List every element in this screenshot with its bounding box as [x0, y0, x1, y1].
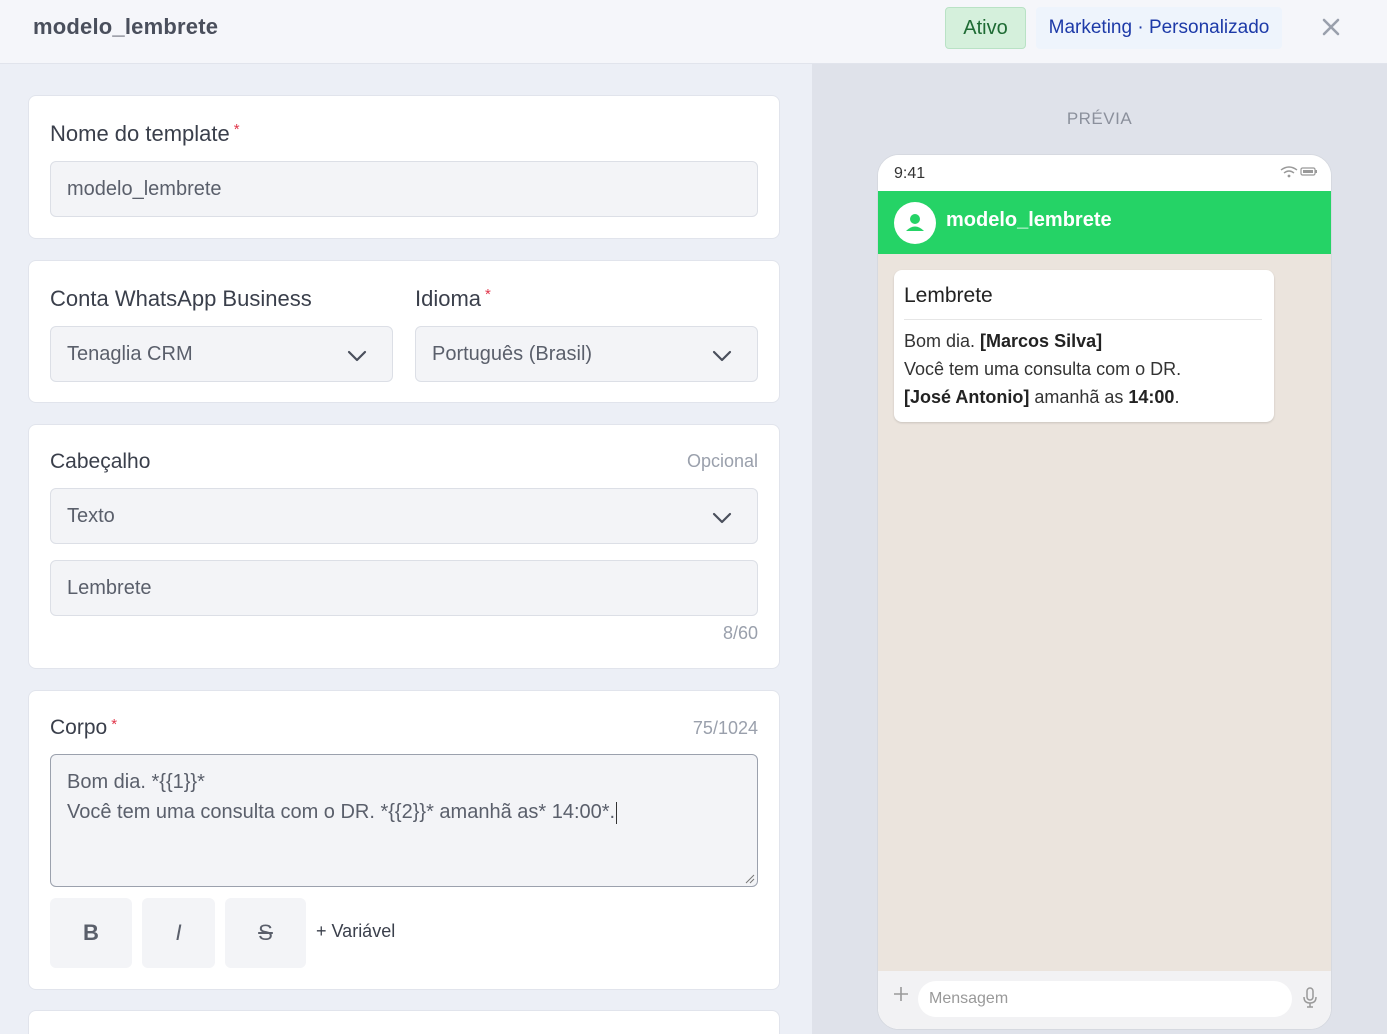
microphone-icon[interactable] [1300, 986, 1320, 1010]
phone-mockup: 9:41 modelo_lembrete Lembrete Bom dia. [… [877, 154, 1332, 1030]
body-textarea[interactable]: Bom dia. *{{1}}* Você tem uma consulta c… [50, 754, 758, 887]
account-language-card: Conta WhatsApp Business Tenaglia CRM Idi… [28, 260, 780, 403]
body-line-1: Bom dia. *{{1}}* [67, 771, 205, 793]
account-select[interactable]: Tenaglia CRM [50, 326, 393, 382]
header-text-input[interactable]: Lembrete [50, 560, 758, 616]
resize-handle-icon[interactable] [745, 874, 755, 884]
header-section-label: Cabeçalho [50, 450, 151, 473]
header-type-value: Texto [67, 505, 115, 527]
form-panel: Nome do template * modelo_lembrete Conta … [0, 64, 812, 1034]
header-card: Cabeçalho Opcional Texto Lembrete 8/60 [28, 424, 780, 669]
strikethrough-button[interactable]: S [225, 898, 306, 968]
avatar [894, 202, 936, 244]
language-select[interactable]: Português (Brasil) [415, 326, 758, 382]
optional-hint: Opcional [686, 451, 758, 471]
plus-icon[interactable] [892, 985, 910, 1003]
body-label: Corpo * [50, 716, 118, 739]
chevron-down-icon [347, 350, 367, 362]
preview-panel: PRÉVIA 9:41 modelo_lembrete Lembrete Bom… [812, 64, 1387, 1034]
italic-button[interactable]: I [142, 898, 215, 968]
status-badge: Ativo [945, 7, 1026, 49]
message-input-bar: Mensagem [878, 971, 1331, 1029]
chevron-down-icon [712, 350, 732, 362]
template-name-input[interactable]: modelo_lembrete [50, 161, 758, 217]
bold-button[interactable]: B [50, 898, 132, 968]
chat-header: modelo_lembrete [878, 191, 1331, 254]
message-body: Bom dia. [Marcos Silva] Você tem uma con… [904, 331, 1182, 407]
header-char-counter: 8/60 [722, 623, 758, 643]
language-label: Idioma * [415, 286, 491, 311]
user-icon [906, 214, 924, 231]
template-name-card: Nome do template * modelo_lembrete [28, 95, 780, 239]
page-title: modelo_lembrete [33, 14, 219, 39]
preview-label: PRÉVIA [1066, 109, 1133, 128]
status-time: 9:41 [894, 165, 926, 182]
body-card: Corpo * 75/1024 Bom dia. *{{1}}* Você tem… [28, 690, 780, 990]
account-select-value: Tenaglia CRM [67, 343, 193, 365]
contact-name: modelo_lembrete [946, 209, 1112, 231]
body-line-2: Você tem uma consulta com o DR. *{{2}}* … [67, 801, 618, 824]
chevron-down-icon [712, 512, 732, 524]
wifi-battery-icon [1280, 166, 1317, 178]
language-select-value: Português (Brasil) [432, 343, 593, 365]
chat-area: Lembrete Bom dia. [Marcos Silva] Você te… [878, 254, 1331, 971]
body-char-counter: 75/1024 [692, 718, 758, 738]
message-bubble: Lembrete Bom dia. [Marcos Silva] Você te… [894, 270, 1274, 422]
add-variable-button[interactable]: + Variável [316, 921, 395, 942]
header-type-select[interactable]: Texto [50, 488, 758, 544]
category-badge: Marketing · Personalizado [1036, 7, 1282, 49]
message-header: Lembrete [904, 284, 993, 307]
message-input[interactable]: Mensagem [918, 981, 1292, 1017]
message-divider [904, 319, 1262, 320]
template-name-label: Nome do template * [50, 121, 240, 146]
next-card [28, 1010, 780, 1034]
top-bar: modelo_lembrete Ativo Marketing · Person… [0, 0, 1387, 64]
account-label: Conta WhatsApp Business [50, 286, 312, 311]
phone-status-bar: 9:41 [878, 155, 1331, 191]
close-icon[interactable] [1316, 12, 1346, 42]
